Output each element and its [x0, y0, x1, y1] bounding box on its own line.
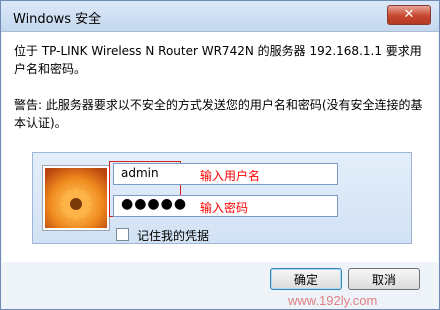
title-bar[interactable]: Windows 安全 ✕	[1, 1, 439, 32]
password-annotation: 输入密码	[200, 201, 249, 215]
security-dialog: Windows 安全 ✕ 位于 TP-LINK Wireless N Route…	[0, 0, 440, 310]
button-bar: 确定 取消 www.192ly.com	[2, 262, 438, 309]
user-avatar	[43, 166, 109, 230]
password-value: ●●●●●	[121, 196, 188, 212]
checkbox-box[interactable]	[116, 228, 129, 241]
username-field[interactable]: admin 输入用户名	[113, 163, 338, 185]
dialog-content: 位于 TP-LINK Wireless N Router WR742N 的服务器…	[2, 32, 438, 262]
window-title: Windows 安全	[13, 12, 102, 27]
remember-label: 记住我的凭据	[137, 229, 210, 243]
remember-credentials-checkbox[interactable]: 记住我的凭据	[116, 227, 209, 244]
security-warning-message: 警告: 此服务器要求以不安全的方式发送您的用户名和密码(没有安全连接的基本认证)…	[14, 98, 423, 130]
credential-panel: admin 输入用户名 ●●●●● 输入密码 记住我的凭据	[32, 152, 412, 244]
site-watermark: www.192ly.com	[288, 293, 378, 308]
close-button[interactable]: ✕	[387, 5, 431, 25]
username-value: admin	[121, 166, 159, 180]
ok-button[interactable]: 确定	[270, 268, 342, 290]
username-annotation: 输入用户名	[200, 169, 261, 183]
close-icon: ✕	[403, 7, 415, 22]
cancel-button[interactable]: 取消	[348, 268, 420, 290]
server-request-message: 位于 TP-LINK Wireless N Router WR742N 的服务器…	[14, 44, 422, 76]
flower-avatar-icon	[45, 168, 107, 228]
password-field[interactable]: ●●●●● 输入密码	[113, 195, 338, 217]
